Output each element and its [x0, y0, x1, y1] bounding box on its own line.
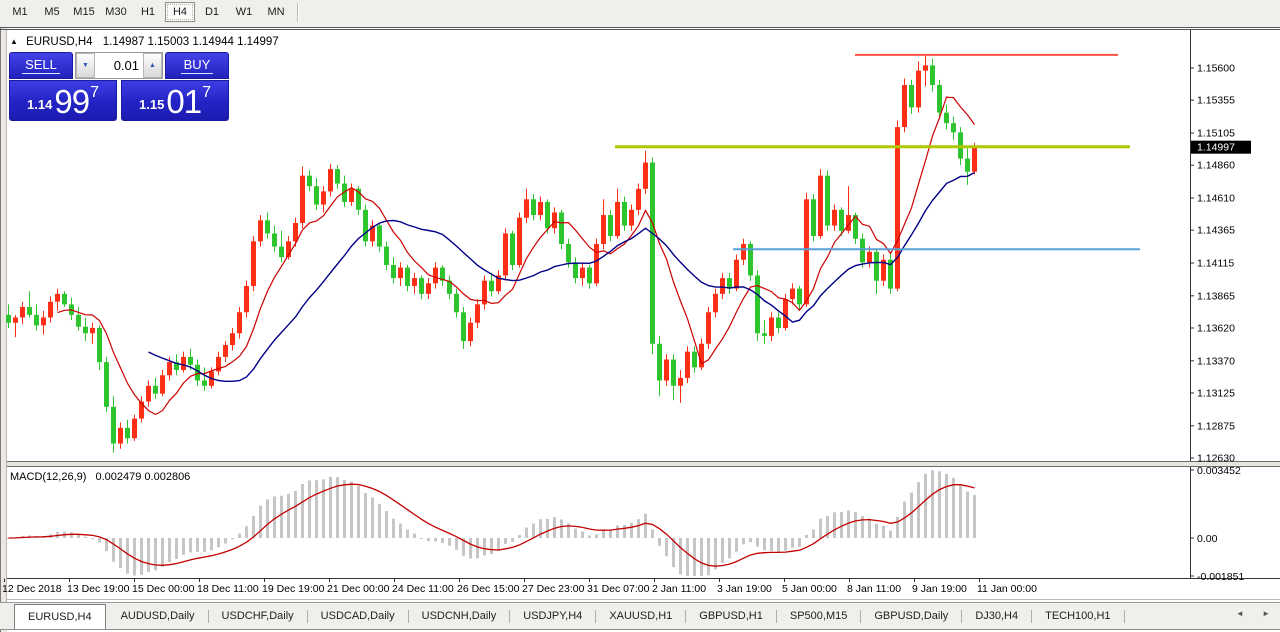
sell-button-label: SELL	[22, 57, 60, 74]
time-axis-label: 15 Dec 00:00	[132, 583, 195, 595]
time-axis-label: 19 Dec 19:00	[262, 583, 325, 595]
time-axis-label: 9 Jan 19:00	[912, 583, 967, 595]
chart-tab-gbpusd-h1[interactable]: GBPUSD,H1	[686, 603, 776, 629]
chart-tab-audusd-daily[interactable]: AUDUSD,Daily	[108, 603, 208, 629]
price-axis-label: 1.13620	[1197, 322, 1235, 334]
chart-tab-sp500-m15[interactable]: SP500,M15	[777, 603, 860, 629]
time-axis-label: 13 Dec 19:00	[67, 583, 130, 595]
macd-axis-label: 0.00	[1197, 533, 1218, 545]
price-axis-label: 1.13865	[1197, 290, 1235, 302]
time-axis-label: 5 Jan 00:00	[782, 583, 837, 595]
price-axis-label: 1.14860	[1197, 160, 1235, 172]
chevron-down-icon: ▼	[82, 62, 89, 69]
buy-price-prefix: 1.15	[139, 97, 164, 112]
time-axis-label: 27 Dec 23:00	[522, 583, 585, 595]
macd-current-values: 0.002479 0.002806	[95, 471, 190, 483]
time-axis-label: 26 Dec 15:00	[457, 583, 520, 595]
chart-tab-xauusd-h1[interactable]: XAUUSD,H1	[596, 603, 685, 629]
chart-symbol-label: EURUSD,H4	[26, 36, 92, 48]
buy-button-label: BUY	[181, 57, 214, 74]
chart-tab-tech100-h1[interactable]: TECH100,H1	[1032, 603, 1123, 629]
mt4-terminal: M1M5M15M30H1H4D1W1MN 1.156001.153551.151…	[0, 0, 1280, 632]
buy-price-pipette: 7	[202, 84, 211, 102]
price-axis-label: 1.15105	[1197, 127, 1235, 139]
price-axis-label: 1.12875	[1197, 420, 1235, 432]
chart-tab-gbpusd-daily[interactable]: GBPUSD,Daily	[861, 603, 961, 629]
macd-name: MACD(12,26,9)	[10, 471, 86, 483]
macd-histogram	[7, 470, 976, 576]
chart-tab-usdcad-daily[interactable]: USDCAD,Daily	[308, 603, 408, 629]
time-axis-label: 12 Dec 2018	[2, 583, 62, 595]
lot-size-stepper: ▼ ▲	[75, 52, 163, 79]
time-axis-label: 3 Jan 19:00	[717, 583, 772, 595]
collapse-chart-icon[interactable]: ▲	[10, 37, 18, 46]
time-axis-label: 11 Jan 00:00	[977, 583, 1037, 595]
chart-tab-usdchf-daily[interactable]: USDCHF,Daily	[209, 603, 307, 629]
macd-indicator-label: MACD(12,26,9) 0.002479 0.002806	[10, 471, 190, 483]
one-click-trading-panel: SELL ▼ ▲ BUY 1.14 99 7 1.15	[9, 52, 229, 121]
price-axis-label: 1.14365	[1197, 225, 1235, 237]
price-axis-label: 1.13370	[1197, 355, 1235, 367]
chevron-up-icon: ▲	[149, 62, 156, 69]
time-axis-label: 2 Jan 11:00	[652, 583, 706, 595]
sell-button[interactable]: SELL	[9, 52, 73, 79]
sell-price-pipette: 7	[90, 84, 99, 102]
scroll-tabs-right-icon[interactable]: ►	[1262, 609, 1270, 618]
sell-price-big-digits: 99	[54, 87, 89, 117]
price-axis-label: 1.15600	[1197, 63, 1235, 75]
lot-decrease-button[interactable]: ▼	[76, 53, 95, 78]
lot-size-input[interactable]	[95, 53, 143, 78]
chart-tab-usdcnh-daily[interactable]: USDCNH,Daily	[409, 603, 510, 629]
current-price-value: 1.14997	[1197, 142, 1235, 154]
lot-increase-button[interactable]: ▲	[143, 53, 162, 78]
time-axis-label: 21 Dec 00:00	[327, 583, 390, 595]
buy-price-display[interactable]: 1.15 01 7	[121, 80, 229, 121]
buy-button[interactable]: BUY	[165, 52, 229, 79]
sell-price-prefix: 1.14	[27, 97, 52, 112]
buy-price-big-digits: 01	[166, 87, 201, 117]
price-axis-label: 1.15355	[1197, 95, 1235, 107]
price-axis-label: 1.14115	[1197, 257, 1234, 269]
time-axis-label: 24 Dec 11:00	[392, 583, 454, 595]
price-axis-label: 1.12630	[1197, 452, 1235, 464]
macd-axis-label: -0.001851	[1197, 571, 1244, 583]
chart-tab-bar: EURUSD,H4AUDUSD,DailyUSDCHF,DailyUSDCAD,…	[0, 602, 1280, 630]
ma-slow-line	[149, 173, 975, 382]
chart-tab-dj30-h4[interactable]: DJ30,H4	[962, 603, 1031, 629]
time-axis-label: 8 Jan 11:00	[847, 583, 901, 595]
tab-separator	[1124, 610, 1125, 623]
chart-title: ▲ EURUSD,H4 1.14987 1.15003 1.14944 1.14…	[10, 36, 279, 48]
time-axis-label: 31 Dec 07:00	[587, 583, 650, 595]
time-axis-label: 18 Dec 11:00	[197, 583, 259, 595]
chart-tab-usdjpy-h4[interactable]: USDJPY,H4	[510, 603, 595, 629]
chart-ohlc-values: 1.14987 1.15003 1.14944 1.14997	[103, 36, 279, 48]
macd-axis-label: 0.003452	[1197, 465, 1241, 477]
scroll-tabs-left-icon[interactable]: ◄	[1236, 609, 1244, 618]
price-axis-label: 1.14610	[1197, 192, 1235, 204]
tab-scroll-arrows: ◄ ►	[1220, 609, 1270, 618]
chart-tab-eurusd-h4[interactable]: EURUSD,H4	[14, 604, 106, 629]
sell-price-display[interactable]: 1.14 99 7	[9, 80, 117, 121]
price-axis-label: 1.13125	[1197, 387, 1235, 399]
